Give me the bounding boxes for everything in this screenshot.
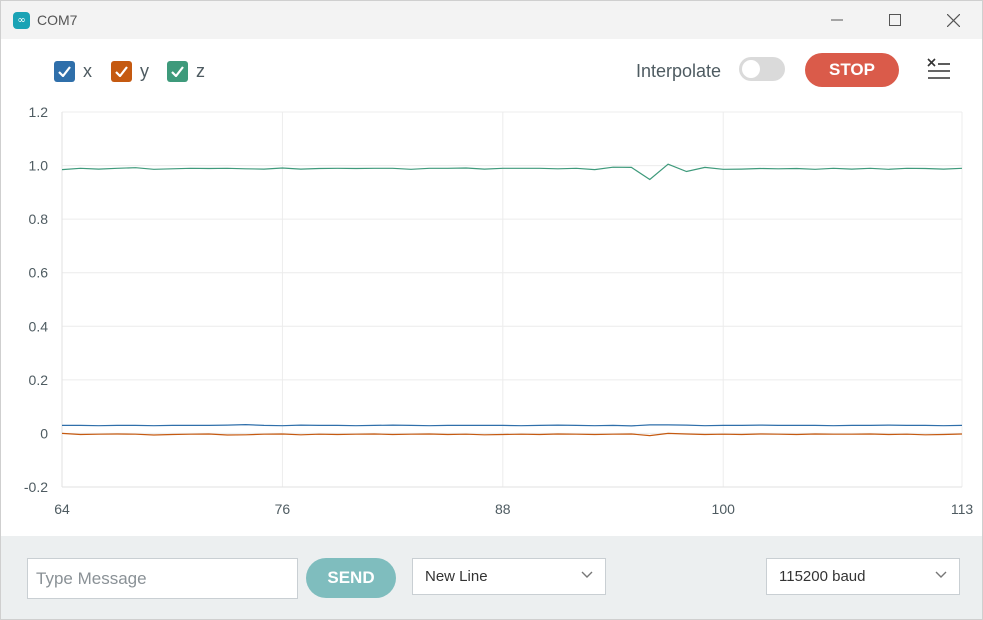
series-line-x: [62, 423, 963, 427]
y-tick-label: 0.2: [29, 372, 49, 388]
clear-output-button[interactable]: [925, 57, 953, 83]
legend-item-y[interactable]: y: [111, 61, 149, 82]
stop-button[interactable]: STOP: [805, 53, 899, 87]
line-ending-select[interactable]: New Line: [412, 558, 606, 595]
maximize-icon: [889, 14, 901, 26]
serial-plotter-window: ∞ COM7 x y z Interpolate STOP 1.2 1.0 0.…: [0, 0, 983, 620]
x-tick-label: 64: [54, 501, 70, 517]
line-ending-value: New Line: [425, 568, 488, 585]
legend-label-x: x: [83, 61, 92, 81]
y-tick-label: -0.2: [24, 479, 48, 495]
x-tick-label: 76: [275, 501, 291, 517]
chevron-down-icon: [581, 571, 593, 578]
x-tick-label: 100: [712, 501, 736, 517]
window-title: COM7: [37, 12, 78, 28]
y-tick-label: 0.8: [29, 211, 49, 227]
series-line-z: [61, 163, 963, 181]
x-tick-label: 88: [495, 501, 511, 517]
legend-label-z: z: [196, 61, 205, 81]
y-tick-label: 1.2: [29, 104, 49, 120]
chevron-down-icon: [935, 571, 947, 578]
line-chart: 1.2 1.0 0.8 0.6 0.4 0.2 0 -0.2 64 76 88 100 113: [24, 104, 974, 517]
toggle-knob: [742, 60, 760, 78]
y-tick-label: 0: [40, 425, 48, 441]
close-icon: [946, 13, 960, 27]
close-button[interactable]: [930, 7, 976, 33]
maximize-button[interactable]: [872, 7, 918, 33]
plot-area: 1.2 1.0 0.8 0.6 0.4 0.2 0 -0.2 64 76 88 100 113: [1, 103, 982, 533]
title-bar[interactable]: ∞ COM7: [1, 1, 982, 39]
legend-label-y: y: [140, 61, 149, 81]
y-tick-label: 1.0: [29, 158, 49, 174]
send-button[interactable]: SEND: [306, 558, 396, 598]
x-tick-label: 113: [951, 501, 974, 517]
minimize-icon: [831, 19, 843, 21]
legend-checkbox-y[interactable]: [111, 61, 132, 82]
checkmark-icon: [115, 66, 128, 77]
legend-checkbox-x[interactable]: [54, 61, 75, 82]
baud-rate-select[interactable]: 115200 baud: [766, 558, 960, 595]
legend-checkbox-z[interactable]: [167, 61, 188, 82]
checkmark-icon: [171, 66, 184, 77]
legend-item-x[interactable]: x: [54, 61, 92, 82]
message-input[interactable]: [27, 558, 298, 599]
message-bar: SEND New Line 115200 baud: [1, 536, 982, 619]
baud-rate-value: 115200 baud: [779, 568, 866, 585]
checkmark-icon: [58, 66, 71, 77]
y-tick-label: 0.4: [29, 318, 49, 334]
minimize-button[interactable]: [814, 7, 860, 33]
interpolate-label: Interpolate: [636, 61, 722, 81]
y-tick-label: 0.6: [29, 265, 49, 281]
plotter-toolbar: x y z Interpolate STOP: [1, 39, 982, 103]
interpolate-toggle[interactable]: [739, 57, 785, 81]
legend-item-z[interactable]: z: [167, 61, 205, 82]
arduino-infinity-icon: ∞: [13, 12, 30, 29]
clear-output-icon: [927, 58, 950, 79]
